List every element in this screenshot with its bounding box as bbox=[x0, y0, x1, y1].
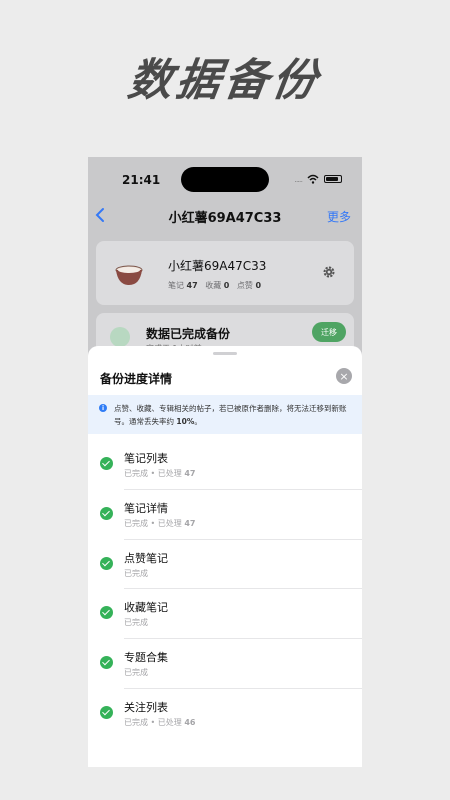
task-detail: 已完成 bbox=[124, 568, 148, 579]
migrate-button[interactable]: 迁移 bbox=[312, 322, 346, 342]
task-item: 收藏笔记 已完成 bbox=[88, 589, 362, 640]
status-bar: 21:41 ..... bbox=[88, 157, 362, 203]
task-processed-count: 46 bbox=[184, 717, 196, 727]
task-status: 已完成 bbox=[124, 518, 148, 528]
task-item: 专题合集 已完成 bbox=[88, 639, 362, 689]
dynamic-island bbox=[181, 167, 269, 192]
task-list: 笔记列表 已完成 • 已处理 47 笔记详情 已完成 • 已处理 47 点赞笔记… bbox=[88, 440, 362, 739]
check-circle-icon bbox=[100, 606, 113, 620]
task-detail: 已完成 • 已处理 47 bbox=[124, 518, 196, 529]
bowl-avatar-icon bbox=[115, 265, 143, 285]
check-circle-icon bbox=[100, 457, 113, 470]
notice-suffix: 。 bbox=[194, 417, 202, 426]
gear-icon[interactable] bbox=[322, 265, 336, 279]
nav-title: 小红薯69A47C33 bbox=[168, 211, 282, 226]
signal-icon: ..... bbox=[294, 174, 303, 184]
status-time: 21:41 bbox=[122, 173, 161, 187]
check-circle-icon bbox=[100, 556, 113, 570]
task-status: 已完成 bbox=[124, 618, 148, 628]
stat-favorites-label: 收藏 bbox=[205, 281, 222, 290]
task-status: 已完成 bbox=[124, 469, 148, 478]
notice-highlight: 10% bbox=[176, 417, 195, 426]
check-circle-icon bbox=[100, 506, 113, 520]
sheet-title: 备份进度详情 bbox=[100, 372, 173, 386]
status-icons: ..... bbox=[294, 174, 342, 184]
task-detail: 已完成 bbox=[124, 617, 148, 628]
task-item: 笔记详情 已完成 • 已处理 47 bbox=[88, 490, 362, 540]
task-processed-label: • 已处理 bbox=[148, 518, 185, 528]
notice-text: 点赞、收藏、专辑相关的帖子，若已被原作者删除，将无法迁移到新账号。通常丢失率约 bbox=[114, 404, 347, 426]
task-detail: 已完成 • 已处理 47 bbox=[124, 468, 196, 479]
more-button[interactable]: 更多 bbox=[327, 208, 351, 225]
backup-status: 数据已完成备份 bbox=[146, 327, 231, 341]
check-circle-icon bbox=[100, 656, 113, 670]
account-name: 小红薯69A47C33 bbox=[168, 259, 267, 273]
nav-bar: 小红薯69A47C33 更多 bbox=[88, 203, 362, 229]
task-status: 已完成 bbox=[124, 717, 148, 727]
task-processed-count: 47 bbox=[184, 469, 196, 478]
task-item: 关注列表 已完成 • 已处理 46 bbox=[88, 689, 362, 739]
stat-notes-value: 47 bbox=[186, 281, 198, 290]
task-processed-label: • 已处理 bbox=[148, 717, 185, 727]
check-circle-icon bbox=[100, 705, 113, 719]
task-processed-count: 47 bbox=[184, 518, 196, 528]
stat-notes-label: 笔记 bbox=[168, 281, 184, 290]
task-status: 已完成 bbox=[124, 568, 148, 578]
notice-banner: i 点赞、收藏、专辑相关的帖子，若已被原作者删除，将无法迁移到新账号。通常丢失率… bbox=[88, 395, 362, 434]
task-detail: 已完成 bbox=[124, 667, 148, 678]
task-detail: 已完成 • 已处理 46 bbox=[124, 717, 196, 728]
task-name: 收藏笔记 bbox=[124, 601, 168, 615]
promo-title: 数据备份 bbox=[124, 55, 324, 106]
task-name: 专题合集 bbox=[124, 651, 168, 665]
account-stats: 笔记 47 收藏 0 点赞 0 bbox=[168, 280, 266, 291]
close-icon[interactable]: × bbox=[336, 368, 352, 384]
task-item: 点赞笔记 已完成 bbox=[88, 540, 362, 590]
stat-likes-label: 点赞 bbox=[236, 281, 253, 290]
stat-likes-value: 0 bbox=[255, 281, 262, 290]
battery-icon bbox=[324, 175, 342, 183]
task-name: 笔记详情 bbox=[124, 501, 168, 515]
task-name: 笔记列表 bbox=[124, 452, 168, 465]
task-name: 关注列表 bbox=[124, 700, 168, 714]
cloud-upload-icon bbox=[110, 327, 130, 347]
stat-favorites-value: 0 bbox=[223, 281, 230, 290]
account-card[interactable]: 小红薯69A47C33 笔记 47 收藏 0 点赞 0 bbox=[96, 241, 354, 305]
sheet-grabber[interactable] bbox=[213, 352, 237, 355]
task-item: 笔记列表 已完成 • 已处理 47 bbox=[88, 440, 362, 490]
backup-progress-sheet: 备份进度详情 × i 点赞、收藏、专辑相关的帖子，若已被原作者删除，将无法迁移到… bbox=[88, 346, 362, 767]
task-status: 已完成 bbox=[124, 668, 148, 678]
info-icon: i bbox=[99, 404, 107, 412]
wifi-icon bbox=[307, 174, 319, 184]
task-processed-label: • 已处理 bbox=[148, 469, 185, 478]
task-name: 点赞笔记 bbox=[124, 551, 168, 565]
